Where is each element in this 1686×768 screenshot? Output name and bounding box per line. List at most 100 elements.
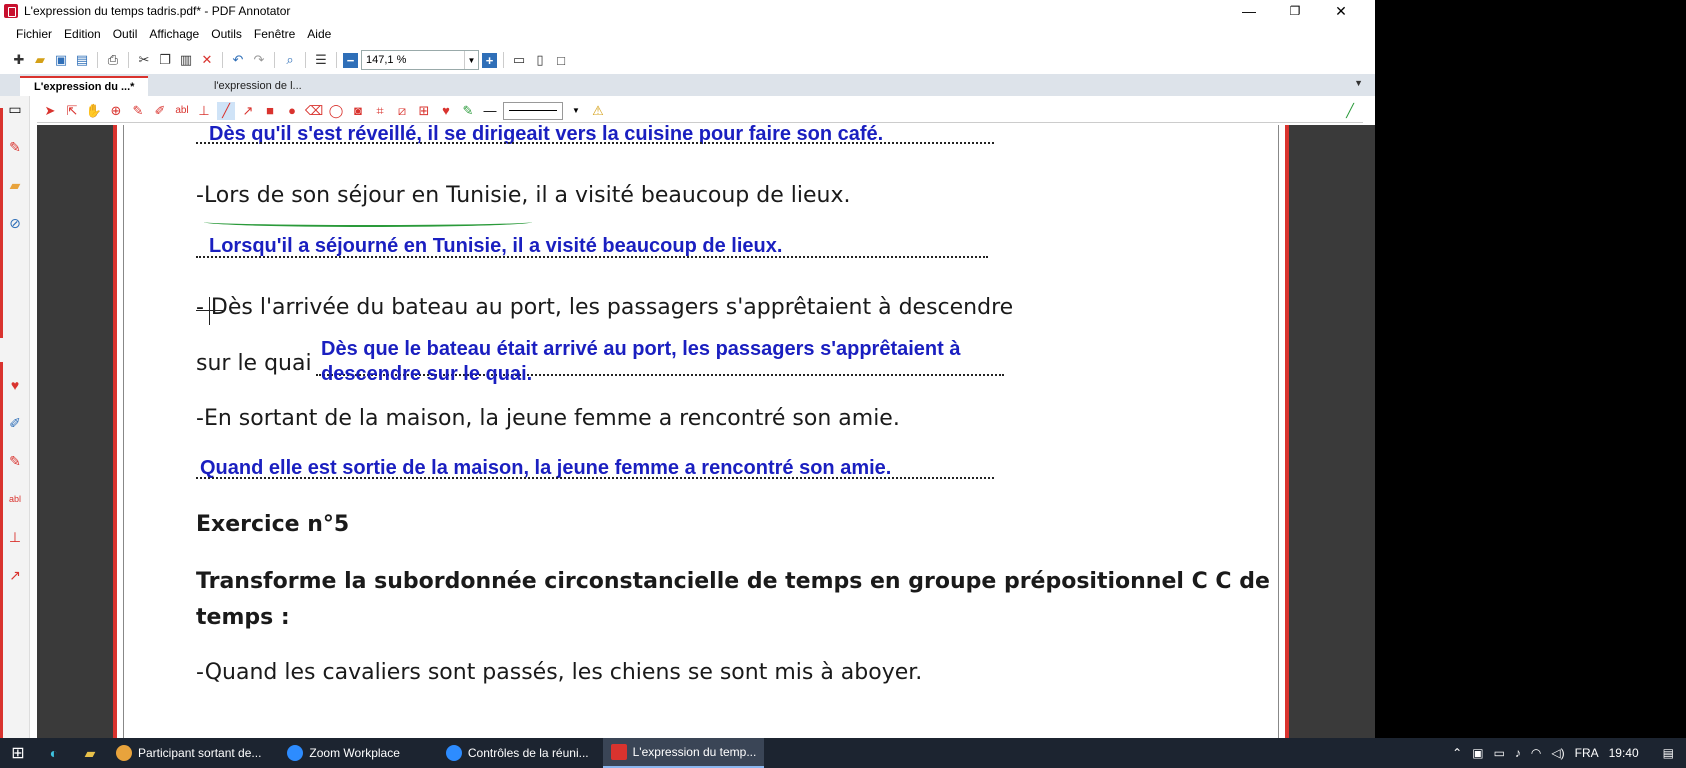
network-icon[interactable]: ◠ [1531, 746, 1541, 760]
highlighter-icon[interactable]: ✐ [151, 102, 169, 120]
zoom-in-button[interactable]: + [482, 52, 497, 68]
document-tabs: L'expression du ...* l'expression de l..… [0, 74, 1375, 96]
minimize-button[interactable]: — [1226, 0, 1272, 22]
page-thumbnail-icon[interactable]: ▭ [6, 100, 24, 118]
taskbar-app-chrome[interactable]: Participant sortant de... [108, 738, 269, 768]
hand-icon[interactable]: ✋ [85, 102, 103, 120]
pen-icon[interactable]: ✎ [129, 102, 147, 120]
fullscreen-icon[interactable]: □ [552, 51, 570, 69]
tab-expression-de[interactable]: l'expression de l... [200, 76, 316, 96]
maximize-button[interactable]: ❐ [1272, 0, 1318, 22]
sentence-3b: sur le quai [196, 351, 312, 376]
select-arrow-icon[interactable]: ➤ [41, 102, 59, 120]
new-document-icon[interactable]: ✚ [10, 51, 28, 69]
undo-icon[interactable]: ↶ [229, 51, 247, 69]
favorites-heart-icon[interactable]: ♥ [6, 376, 24, 394]
toolbar-separator [222, 52, 223, 68]
meet-now-icon[interactable]: ▣ [1472, 746, 1483, 760]
sentence-5: -Quand les cavaliers sont passés, les ch… [196, 660, 923, 685]
line-style-icon[interactable]: — [481, 102, 499, 120]
lasso-icon[interactable]: ◯ [327, 102, 345, 120]
taskbar-app-pdf-annotator[interactable]: L'expression du temp... [602, 738, 765, 768]
clear-format-icon[interactable]: ⚠ [589, 102, 607, 120]
stamp-icon[interactable]: ⊥ [6, 528, 24, 546]
document-view[interactable]: Dès qu'il s'est réveillé, il se dirigeai… [37, 125, 1375, 738]
answer-3a: Dès que le bateau était arrivé au port, … [321, 338, 961, 360]
attachments-icon[interactable]: ⊘ [6, 214, 24, 232]
left-sidebar: ▭ ✎ ▰ ⊘ ♥ ✐ ✎ abl ⊥ ↗ [0, 96, 30, 738]
arrow-tool-icon[interactable]: ↗ [6, 566, 24, 584]
menu-edition[interactable]: Edition [58, 27, 107, 41]
toolbar-separator [503, 52, 504, 68]
ruler-icon[interactable]: ⧄ [393, 102, 411, 120]
favorites-heart-icon[interactable]: ♥ [437, 102, 455, 120]
stamp-icon[interactable]: ⊥ [195, 102, 213, 120]
delete-icon[interactable]: ✕ [198, 51, 216, 69]
menu-fenetre[interactable]: Fenêtre [248, 27, 301, 41]
fit-width-icon[interactable]: ▭ [510, 51, 528, 69]
pdf-page[interactable]: Dès qu'il s'est réveillé, il se dirigeai… [113, 125, 1289, 738]
volume-icon[interactable]: ◁) [1551, 746, 1564, 760]
paste-icon[interactable]: ▥ [177, 51, 195, 69]
zoom-tool-icon[interactable]: ⊕ [107, 102, 125, 120]
line-tool-icon[interactable]: ╱ [217, 101, 235, 120]
chevron-down-icon[interactable]: ▼ [567, 102, 585, 120]
insert-image-icon[interactable]: ⊞ [415, 102, 433, 120]
zoom-out-button[interactable]: − [343, 52, 358, 68]
pen-tool-icon[interactable]: ✐ [6, 414, 24, 432]
fit-page-icon[interactable]: ▯ [531, 51, 549, 69]
save-all-icon[interactable]: ▤ [73, 51, 91, 69]
zoom-select[interactable]: 147,1 % ▼ [361, 50, 479, 70]
highlighter-icon[interactable]: ✎ [6, 452, 24, 470]
crop-icon[interactable]: ⌗ [371, 102, 389, 120]
arrow-tool-icon[interactable]: ↗ [239, 102, 257, 120]
copy-icon[interactable]: ❐ [156, 51, 174, 69]
taskbar-app-label: Participant sortant de... [138, 746, 262, 760]
print-icon[interactable]: ⎙ [104, 51, 122, 69]
sidebar-accent [0, 362, 3, 738]
cut-icon[interactable]: ✂ [135, 51, 153, 69]
page-layout-icon[interactable]: ☰ [312, 51, 330, 69]
redo-icon[interactable]: ↷ [250, 51, 268, 69]
battery-icon[interactable]: ▭ [1494, 746, 1505, 760]
zoom-value: 147,1 % [366, 54, 407, 66]
clock[interactable]: 19:40 [1609, 746, 1639, 760]
taskbar-app-label: L'expression du temp... [632, 745, 757, 759]
file-explorer-icon[interactable]: ▰ [72, 738, 108, 768]
menu-outils[interactable]: Outils [205, 27, 248, 41]
tab-list-chevron-icon[interactable]: ▼ [1354, 78, 1363, 88]
text-box-icon[interactable]: abl [6, 490, 24, 508]
menu-fichier[interactable]: Fichier [10, 27, 58, 41]
notifications-icon[interactable]: ▤ [1663, 746, 1674, 760]
select-text-icon[interactable]: ⇱ [63, 102, 81, 120]
camera-icon[interactable]: ◙ [349, 102, 367, 120]
menu-affichage[interactable]: Affichage [143, 27, 205, 41]
window-title: L'expression du temps tadris.pdf* - PDF … [24, 4, 291, 18]
color-picker-icon[interactable]: ✎ [459, 102, 477, 120]
eraser-icon[interactable]: ⌫ [305, 102, 323, 120]
sentence-4: -En sortant de la maison, la jeune femme… [196, 406, 900, 431]
taskbar-app-label: Contrôles de la réuni... [467, 746, 589, 760]
bookmarks-icon[interactable]: ▰ [6, 176, 24, 194]
taskbar-app-label: Zoom Workplace [309, 746, 400, 760]
save-icon[interactable]: ▣ [52, 51, 70, 69]
open-folder-icon[interactable]: ▰ [31, 51, 49, 69]
line-width-select[interactable] [503, 101, 563, 120]
chevron-up-icon[interactable]: ⌃ [1452, 746, 1462, 760]
windows-start-icon[interactable]: ⊞ [0, 738, 36, 768]
tab-expression-du-temps[interactable]: L'expression du ...* [20, 76, 149, 96]
ellipse-icon[interactable]: ● [283, 102, 301, 120]
toolbar-separator [128, 52, 129, 68]
rectangle-icon[interactable]: ■ [261, 102, 279, 120]
language-indicator[interactable]: FRA [1575, 746, 1599, 760]
close-button[interactable]: ✕ [1318, 0, 1364, 22]
find-icon[interactable]: ⌕ [281, 51, 299, 69]
annotations-icon[interactable]: ✎ [6, 138, 24, 156]
taskbar-app-zoom-controls[interactable]: Contrôles de la réuni... [438, 738, 597, 768]
text-box-icon[interactable]: abl [173, 102, 191, 120]
menu-aide[interactable]: Aide [301, 27, 337, 41]
edge-browser-icon[interactable]: ◐ [36, 738, 72, 768]
microphone-icon[interactable]: ♪ [1515, 746, 1521, 760]
menu-outil[interactable]: Outil [107, 27, 144, 41]
taskbar-app-zoom[interactable]: Zoom Workplace [279, 738, 407, 768]
